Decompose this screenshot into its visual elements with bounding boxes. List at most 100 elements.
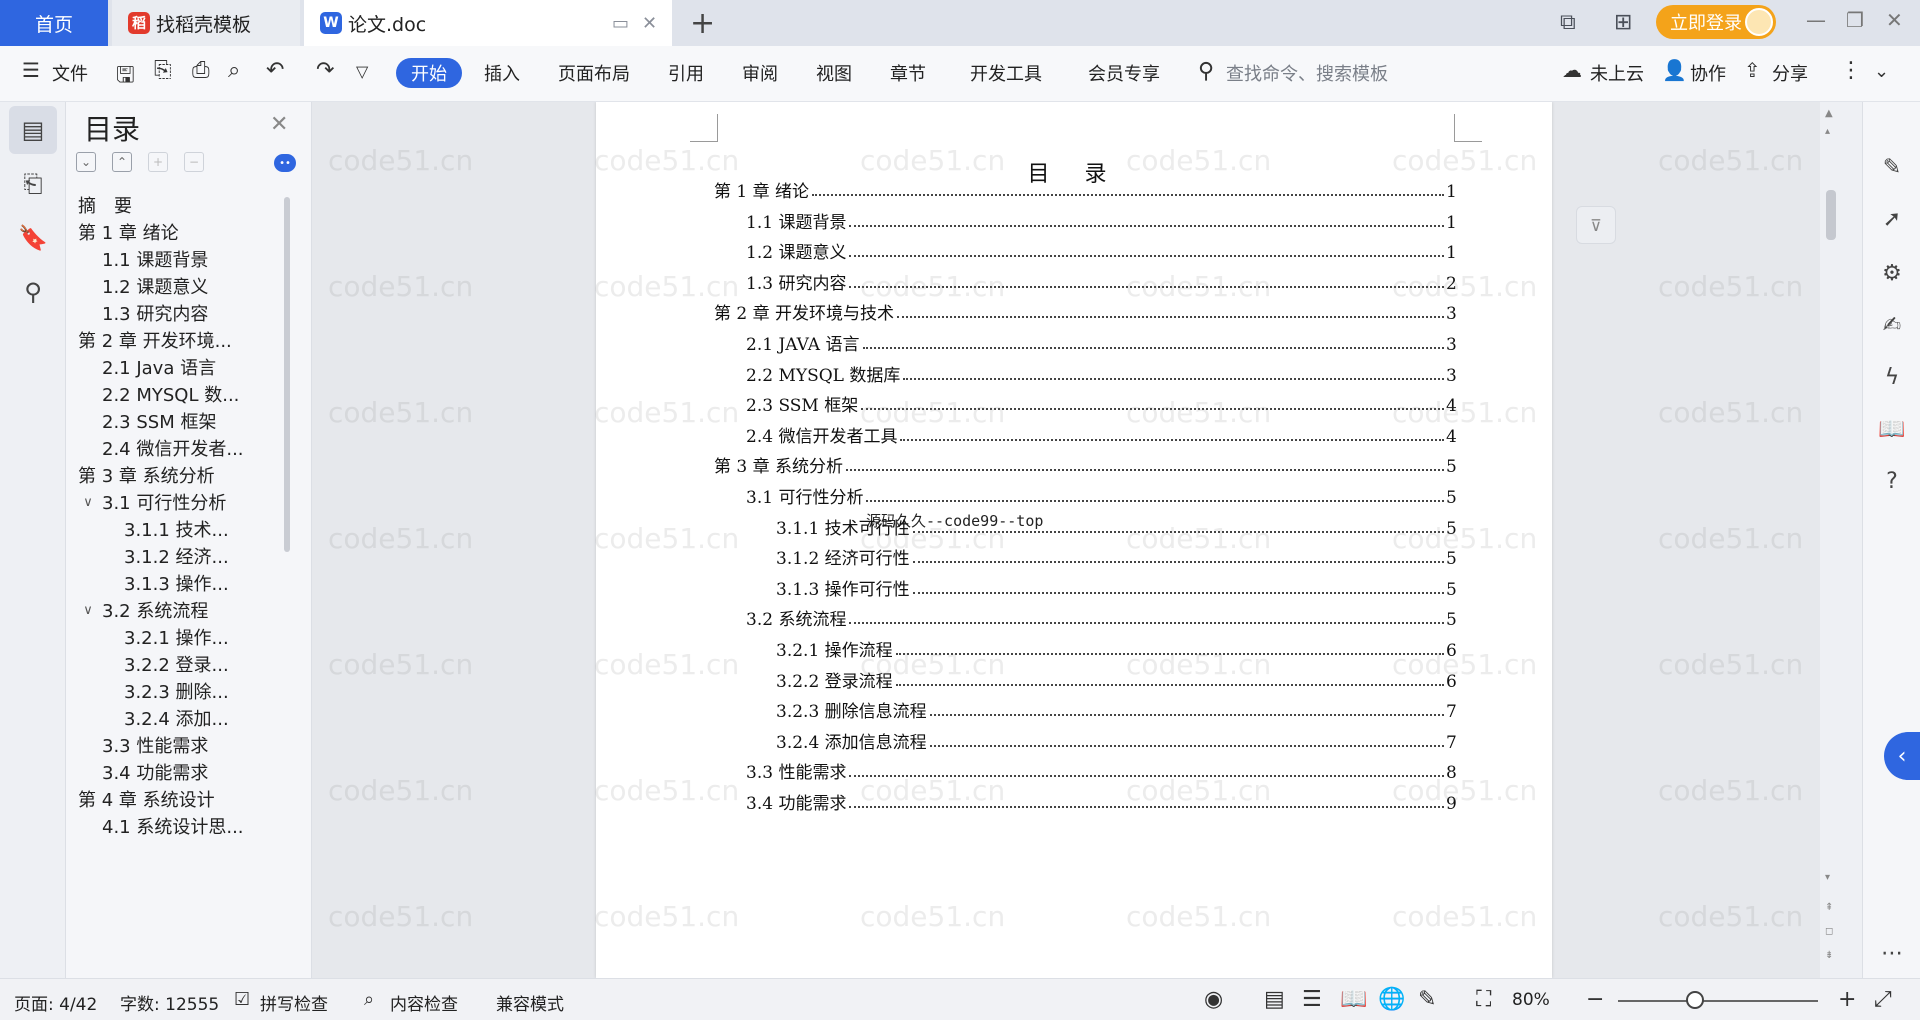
toc-entry[interactable]: 3.1.1 技术可行性 5 (776, 511, 1457, 539)
toc-entry[interactable]: 3.2.3 删除信息流程 7 (776, 694, 1457, 722)
remove-heading-icon[interactable]: − (184, 152, 204, 172)
toc-entry[interactable]: 3.2 系统流程 5 (746, 602, 1457, 630)
print-icon[interactable]: ⎙ (192, 58, 210, 83)
document-canvas[interactable]: 目 录 源码久久--code99--top 第 1 章 绪论 1 1.1 课题背景 1… (312, 102, 1842, 978)
reading-view-icon[interactable]: 📖 (1340, 987, 1367, 1012)
chevron-down-icon[interactable]: ∨ (80, 603, 96, 618)
toc-entry[interactable]: 1.2 课题意义 1 (746, 235, 1457, 263)
page-view-icon[interactable]: ▤ (1264, 987, 1285, 1012)
fullscreen-icon[interactable]: ⤢ (1874, 987, 1892, 1012)
word-count[interactable]: 字数: 12555 (120, 990, 219, 1015)
toc-entry[interactable]: 3.2.4 添加信息流程 7 (776, 725, 1457, 753)
toc-entry[interactable]: 2.2 MYSQL 数据库 3 (746, 358, 1457, 386)
toc-entry[interactable]: 第 3 章 系统分析 5 (714, 449, 1457, 477)
monitor-icon[interactable]: ▭ (612, 13, 629, 34)
prev-page-icon[interactable]: ⇞ (1825, 902, 1833, 913)
bookmark-icon[interactable]: 🔖 (9, 214, 57, 262)
page-options-icon[interactable]: ⊽ (1576, 206, 1616, 244)
cloud-icon[interactable]: ☁ (1562, 58, 1582, 82)
help-icon[interactable]: ? (1877, 466, 1907, 496)
chevron-down-icon[interactable]: ∨ (80, 495, 96, 510)
restore-icon[interactable]: ❐ (1846, 8, 1864, 32)
toc-tree-item[interactable]: 3.1.1 技术... (124, 516, 229, 542)
collapse-all-icon[interactable]: ⌃ (112, 152, 132, 172)
toc-entry[interactable]: 2.1 JAVA 语言 3 (746, 327, 1457, 355)
toc-entry[interactable]: 3.4 功能需求 9 (746, 786, 1457, 814)
zoom-slider[interactable] (1618, 1000, 1818, 1002)
toc-tree-item[interactable]: 2.3 SSM 框架 (102, 408, 216, 434)
chevron-down-icon[interactable]: ∨ (68, 225, 72, 240)
zoom-in-icon[interactable]: + (1838, 987, 1856, 1012)
spellcheck-icon[interactable]: ☑ (234, 989, 250, 1010)
book-search-icon[interactable]: 📖 (1877, 414, 1907, 444)
tab-page-layout[interactable]: 页面布局 (558, 60, 630, 86)
toc-entry[interactable]: 2.3 SSM 框架 4 (746, 388, 1457, 416)
toc-tree-item[interactable]: 4.1 系统设计思... (102, 813, 244, 839)
tab-view[interactable]: 视图 (816, 60, 852, 86)
tab-home[interactable]: 首页 (0, 0, 108, 46)
export-icon[interactable]: ⎘ (154, 58, 172, 83)
toc-tree-item[interactable]: 3.2.4 添加... (124, 705, 229, 731)
toc-tree-item[interactable]: ∨ 第 4 章 系统设计 (68, 786, 215, 812)
new-tab-button[interactable]: + (690, 6, 715, 41)
toc-tree-item[interactable]: 摘 要 (78, 192, 132, 218)
toc-entry[interactable]: 1.3 研究内容 2 (746, 266, 1457, 294)
toc-tree-item[interactable]: 3.1.3 操作... (124, 570, 229, 596)
collab-button[interactable]: 协作 (1690, 60, 1726, 86)
tab-chapter[interactable]: 章节 (890, 60, 926, 86)
toc-tree-item[interactable]: ∨ 3.2 系统流程 (80, 597, 208, 623)
lightning-icon[interactable]: ϟ (1877, 362, 1907, 392)
next-page-icon[interactable]: ⇟ (1825, 950, 1833, 961)
toc-tree-item[interactable]: ∨ 3.1 可行性分析 (80, 489, 226, 515)
tab-reference[interactable]: 引用 (668, 60, 704, 86)
page-indicator[interactable]: 页面: 4/42 (14, 990, 97, 1015)
select-cursor-icon[interactable]: ➚ (1877, 204, 1907, 234)
fit-page-icon[interactable]: ⛶ (1476, 987, 1491, 1012)
toc-tree-item[interactable]: 1.2 课题意义 (102, 273, 208, 299)
cloud-status[interactable]: 未上云 (1590, 60, 1644, 86)
page-select-icon[interactable]: ◻ (1825, 926, 1833, 937)
scroll-down-icon[interactable]: ▾ (1825, 872, 1830, 883)
zoom-slider-handle[interactable] (1686, 991, 1704, 1009)
spellcheck-button[interactable]: 拼写检查 (260, 990, 328, 1015)
content-check-button[interactable]: 内容检查 (390, 990, 458, 1015)
layout-switch-icon[interactable]: ⧉ (1560, 10, 1576, 35)
chevron-down-icon[interactable]: ∨ (68, 333, 72, 348)
zoom-level[interactable]: 80% (1512, 990, 1550, 1010)
quick-access-dropdown-icon[interactable]: ▽ (356, 62, 368, 81)
adjust-icon[interactable]: ⚙ (1877, 258, 1907, 288)
toc-tree-item[interactable]: 2.2 MYSQL 数... (102, 381, 239, 407)
toc-entry[interactable]: 3.1.2 经济可行性 5 (776, 541, 1457, 569)
scroll-thumb[interactable] (1826, 190, 1836, 240)
toc-entry[interactable]: 3.1.3 操作可行性 5 (776, 572, 1457, 600)
close-tab-icon[interactable]: ✕ (642, 13, 657, 34)
web-view-icon[interactable]: 🌐 (1378, 987, 1405, 1012)
tab-document[interactable]: W 论文.doc ▭ ✕ (304, 0, 672, 46)
collab-icon[interactable]: 👤 (1662, 58, 1687, 82)
menu-file[interactable]: 文件 (52, 60, 88, 86)
toc-tree-item[interactable]: 3.2.3 删除... (124, 678, 229, 704)
tab-template[interactable]: 稻 找稻壳模板 (112, 0, 300, 46)
print-preview-icon[interactable]: ⌕ (228, 58, 240, 83)
undo-icon[interactable]: ↶ (266, 58, 284, 83)
tab-start[interactable]: 开始 (396, 58, 462, 88)
toc-sync-toggle[interactable]: •• (274, 154, 296, 172)
close-panel-icon[interactable]: ✕ (270, 112, 288, 137)
eye-protection-icon[interactable]: ◉ (1204, 987, 1223, 1012)
add-heading-icon[interactable]: + (148, 152, 168, 172)
toc-tree-item[interactable]: 3.2.1 操作... (124, 624, 229, 650)
tab-vip[interactable]: 会员专享 (1088, 60, 1160, 86)
scroll-top-icon[interactable]: ▲ (1825, 108, 1833, 119)
find-icon[interactable]: ⚲ (9, 268, 57, 316)
nav-pane-icon[interactable]: ⎗ (9, 160, 57, 208)
chevron-down-icon[interactable]: ∨ (68, 468, 72, 483)
toc-tree-item[interactable]: ∨ 第 3 章 系统分析 (68, 462, 215, 488)
scroll-up-icon[interactable]: ▴ (1825, 126, 1830, 137)
toc-tree-item[interactable]: 3.4 功能需求 (102, 759, 208, 785)
zoom-out-icon[interactable]: − (1586, 987, 1604, 1012)
toc-tree-item[interactable]: ∨ 第 2 章 开发环境... (68, 327, 232, 353)
toc-tree-item[interactable]: 2.1 Java 语言 (102, 354, 216, 380)
toc-tree-item[interactable]: 1.1 课题背景 (102, 246, 208, 272)
content-check-icon[interactable]: ⌕ (364, 989, 374, 1010)
tab-insert[interactable]: 插入 (484, 60, 520, 86)
